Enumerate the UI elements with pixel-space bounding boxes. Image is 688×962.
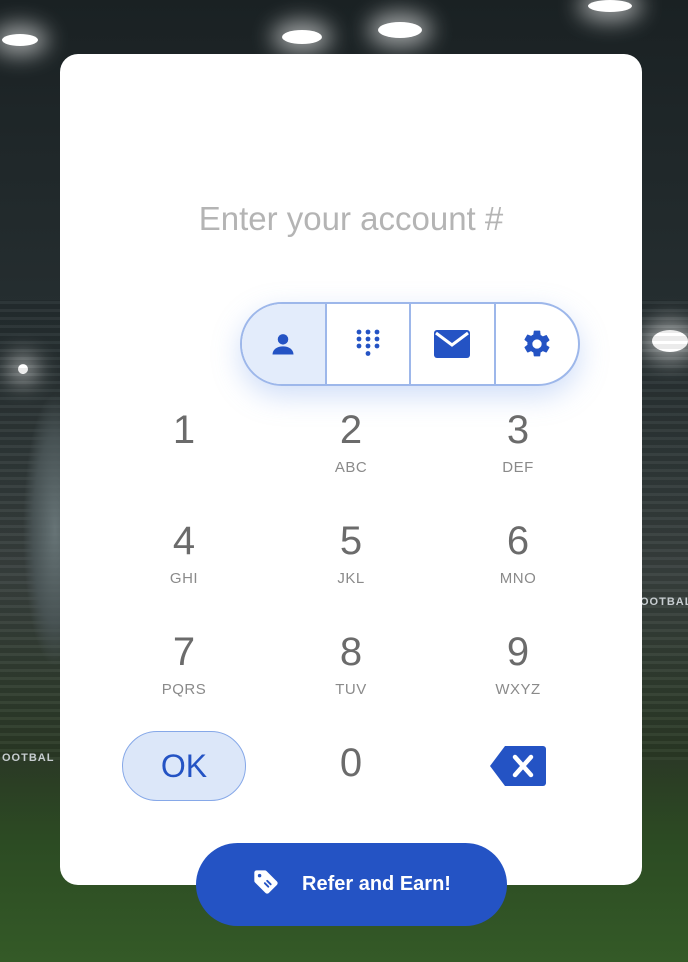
keypad-key-1[interactable]: 1 xyxy=(124,408,244,508)
ok-button[interactable]: OK xyxy=(122,731,246,801)
key-letters: TUV xyxy=(335,681,367,698)
key-digit: 1 xyxy=(172,408,196,452)
key-digit: 7 xyxy=(172,630,196,674)
mail-icon xyxy=(433,329,471,359)
keypad-key-7[interactable]: 7 PQRS xyxy=(124,630,244,730)
key-digit: 8 xyxy=(339,630,363,674)
key-letters: JKL xyxy=(337,570,365,587)
keypad-key-8[interactable]: 8 TUV xyxy=(291,630,411,730)
gear-icon xyxy=(521,328,553,360)
key-digit: 5 xyxy=(339,519,363,563)
refer-button-label: Refer and Earn! xyxy=(302,873,451,895)
stadium-light xyxy=(588,0,632,12)
mode-settings-button[interactable] xyxy=(496,304,579,384)
key-letters: ABC xyxy=(334,459,368,476)
key-digit: 6 xyxy=(506,519,530,563)
key-letters: WXYZ xyxy=(495,681,541,698)
key-digit: 2 xyxy=(339,408,363,452)
person-icon xyxy=(269,330,297,358)
key-digit: 4 xyxy=(172,519,196,563)
refer-and-earn-button[interactable]: Refer and Earn! xyxy=(196,843,507,926)
key-letters: GHI xyxy=(169,570,199,587)
login-mode-selector xyxy=(240,302,580,386)
key-digit: 0 xyxy=(339,741,363,785)
keypad-key-9[interactable]: 9 WXYZ xyxy=(458,630,578,730)
backspace-icon xyxy=(489,746,547,792)
keypad-key-0[interactable]: 0 xyxy=(291,741,411,841)
banner-text-left: OOTBAL xyxy=(2,752,55,764)
mode-dialpad-button[interactable] xyxy=(327,304,411,384)
stadium-light xyxy=(2,34,38,46)
mode-email-button[interactable] xyxy=(411,304,496,384)
tag-icon xyxy=(252,868,280,901)
account-input-prompt[interactable]: Enter your account # xyxy=(60,200,642,238)
key-letters: DEF xyxy=(502,459,534,476)
keypad-key-2[interactable]: 2 ABC xyxy=(291,408,411,508)
keypad-key-5[interactable]: 5 JKL xyxy=(291,519,411,619)
keypad-key-3[interactable]: 3 DEF xyxy=(458,408,578,508)
banner-text-right: OOTBALL xyxy=(640,596,688,608)
key-letters: MNO xyxy=(499,570,537,587)
keypad-key-4[interactable]: 4 GHI xyxy=(124,519,244,619)
stadium-light xyxy=(282,30,322,44)
mode-account-button[interactable] xyxy=(242,304,327,384)
keypad-key-6[interactable]: 6 MNO xyxy=(458,519,578,619)
key-letters: PQRS xyxy=(161,681,207,698)
delete-button[interactable] xyxy=(489,744,547,788)
key-digit: 3 xyxy=(506,408,530,452)
dialpad-icon xyxy=(354,329,382,359)
stadium-light xyxy=(378,22,422,38)
key-digit: 9 xyxy=(506,630,530,674)
